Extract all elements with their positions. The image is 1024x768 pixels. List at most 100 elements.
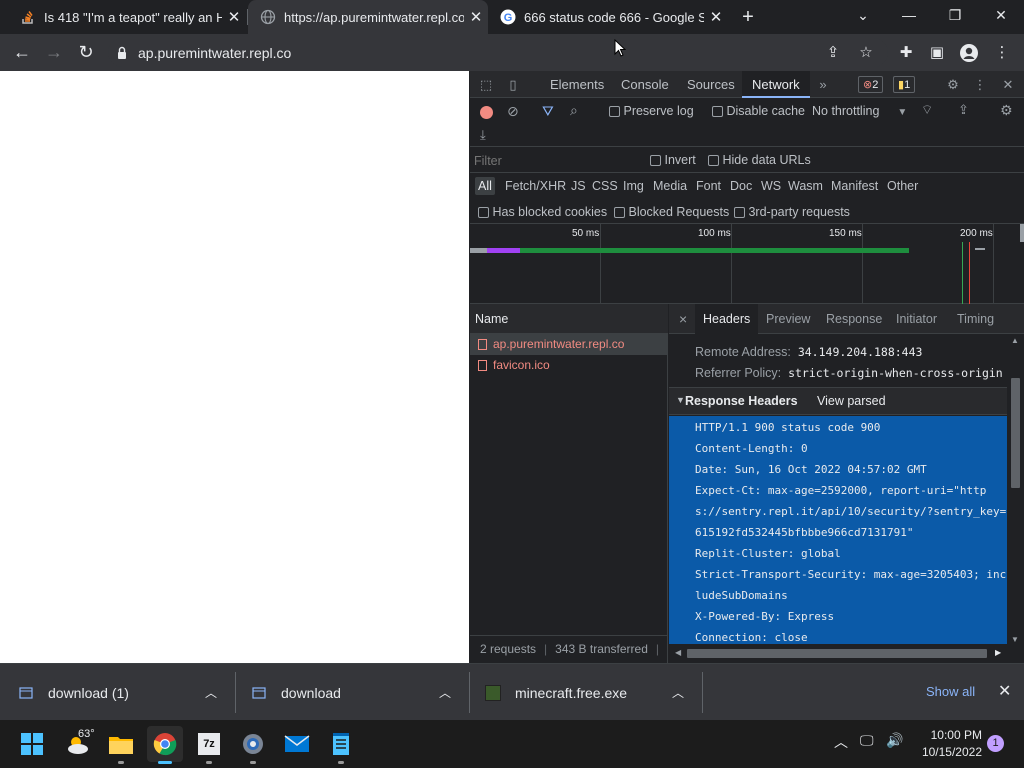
filter-type-js[interactable]: JS: [568, 177, 589, 195]
filter-type-fetch-xhr[interactable]: Fetch/XHR: [502, 177, 569, 195]
bookmark-star-icon[interactable]: ☆: [851, 34, 881, 71]
close-tab-icon[interactable]: ✕: [704, 8, 728, 26]
view-parsed-link[interactable]: View parsed: [817, 394, 886, 408]
export-har-icon[interactable]: ⤓: [480, 127, 486, 143]
browser-tab-3[interactable]: G 666 status code 666 - Google Se ✕: [488, 0, 728, 34]
side-panel-icon[interactable]: ▣: [922, 34, 952, 71]
share-icon[interactable]: ⇪: [818, 34, 848, 71]
devtools-close-icon[interactable]: ✕: [998, 71, 1018, 98]
minimize-icon[interactable]: —: [886, 0, 932, 30]
notepad-icon[interactable]: [323, 726, 359, 762]
notification-badge[interactable]: 1: [987, 735, 1004, 752]
device-toolbar-icon[interactable]: ▯: [503, 71, 523, 98]
preserve-log-checkbox[interactable]: Preserve log: [609, 104, 694, 118]
scroll-up-icon[interactable]: ▲: [1011, 336, 1019, 345]
throttling-select[interactable]: No throttling ▼: [812, 104, 907, 118]
scrollbar-thumb[interactable]: [1011, 378, 1020, 488]
network-icon[interactable]: 🖵: [860, 732, 874, 749]
detail-tab-preview[interactable]: Preview: [758, 304, 818, 334]
filter-type-ws[interactable]: WS: [758, 177, 784, 195]
download-item-3[interactable]: minecraft.free.exe ︿: [485, 664, 700, 721]
download-item-1[interactable]: download (1) ︿: [18, 664, 233, 721]
devtools-tab-network[interactable]: Network: [742, 71, 810, 98]
browser-tab-1[interactable]: Is 418 "I'm a teapot" really an HT ✕: [8, 0, 246, 34]
detail-tab-initiator[interactable]: Initiator: [888, 304, 945, 334]
filter-input[interactable]: [474, 152, 636, 170]
request-list-header[interactable]: Name: [470, 304, 668, 334]
menu-kebab-icon[interactable]: ⋮: [987, 34, 1017, 71]
timeline-overview-handle[interactable]: [1020, 224, 1024, 242]
close-detail-icon[interactable]: ×: [671, 304, 695, 334]
request-row[interactable]: ap.puremintwater.repl.co: [470, 334, 668, 355]
scroll-down-icon[interactable]: ▼: [1011, 635, 1019, 644]
detail-tab-headers[interactable]: Headers: [695, 304, 759, 334]
vertical-scrollbar[interactable]: ▲ ▼: [1007, 334, 1024, 648]
forward-button[interactable]: →: [39, 34, 69, 71]
close-tab-icon[interactable]: ✕: [222, 8, 246, 26]
devtools-menu-icon[interactable]: ⋮: [970, 71, 990, 98]
horizontal-scrollbar[interactable]: ◀ ▶: [669, 644, 1007, 663]
mail-icon[interactable]: [279, 726, 315, 762]
filter-type-all[interactable]: All: [475, 177, 495, 195]
clock[interactable]: 10:00 PM 10/15/2022: [918, 728, 982, 759]
file-explorer-icon[interactable]: [103, 726, 139, 762]
new-tab-button[interactable]: +: [736, 6, 760, 28]
has-blocked-cookies-checkbox[interactable]: Has blocked cookies: [478, 205, 607, 219]
import-har-icon[interactable]: ⇪: [958, 102, 969, 118]
scrollbar-thumb[interactable]: [687, 649, 987, 658]
network-overview-timeline[interactable]: 50 ms 100 ms 150 ms 200 ms: [470, 224, 1024, 304]
settings-gear-app-icon[interactable]: [235, 726, 271, 762]
devtools-tab-elements[interactable]: Elements: [540, 71, 614, 98]
disable-cache-checkbox[interactable]: Disable cache: [712, 104, 805, 118]
request-row[interactable]: favicon.ico: [470, 355, 668, 376]
filter-type-other[interactable]: Other: [884, 177, 921, 195]
record-icon[interactable]: [480, 106, 493, 119]
close-tab-icon[interactable]: ✕: [464, 8, 488, 26]
download-item-2[interactable]: download ︿: [251, 664, 467, 721]
filter-type-wasm[interactable]: Wasm: [785, 177, 826, 195]
7zip-icon[interactable]: 7z: [191, 726, 227, 762]
volume-icon[interactable]: 🔊: [886, 732, 903, 749]
window-close-icon[interactable]: ✕: [978, 0, 1024, 30]
tab-search-icon[interactable]: ⌄: [840, 0, 886, 30]
reload-button[interactable]: ↻: [71, 34, 101, 71]
show-all-downloads-button[interactable]: Show all: [926, 684, 975, 699]
address-bar[interactable]: ap.puremintwater.repl.co: [108, 38, 888, 67]
blocked-requests-checkbox[interactable]: Blocked Requests: [614, 205, 729, 219]
filter-type-manifest[interactable]: Manifest: [828, 177, 881, 195]
chevron-up-icon[interactable]: ︿: [439, 684, 451, 701]
detail-tab-response[interactable]: Response: [818, 304, 890, 334]
network-settings-gear-icon[interactable]: ⚙: [1000, 102, 1013, 119]
clear-icon[interactable]: ⊘: [507, 103, 519, 120]
windows-start-icon[interactable]: [14, 726, 50, 762]
inspect-element-icon[interactable]: ⬚: [476, 71, 496, 98]
settings-gear-icon[interactable]: ⚙: [943, 71, 963, 98]
chrome-icon[interactable]: [147, 726, 183, 762]
back-button[interactable]: ←: [7, 34, 37, 71]
filter-funnel-icon[interactable]: ⛛: [542, 103, 554, 120]
detail-tab-timing[interactable]: Timing: [949, 304, 1002, 334]
scroll-left-icon[interactable]: ◀: [675, 648, 681, 657]
invert-checkbox[interactable]: Invert: [650, 153, 696, 167]
error-count-badge[interactable]: ⊗2: [858, 76, 884, 93]
filter-type-font[interactable]: Font: [693, 177, 724, 195]
response-headers-section-header[interactable]: ▼ Response Headers View parsed: [669, 387, 1007, 415]
filter-type-doc[interactable]: Doc: [727, 177, 755, 195]
filter-type-img[interactable]: Img: [620, 177, 647, 195]
close-download-bar-icon[interactable]: ✕: [998, 681, 1011, 701]
devtools-tab-console[interactable]: Console: [611, 71, 679, 98]
raw-response-headers[interactable]: HTTP/1.1 900 status code 900 Content-Len…: [669, 416, 1007, 644]
hide-data-urls-checkbox[interactable]: Hide data URLs: [708, 153, 811, 167]
restore-icon[interactable]: ❐: [932, 0, 978, 30]
search-icon[interactable]: ⌕: [570, 102, 578, 119]
filter-type-css[interactable]: CSS: [589, 177, 621, 195]
browser-tab-2[interactable]: https://ap.puremintwater.repl.co ✕: [248, 0, 488, 34]
devtools-tab-sources[interactable]: Sources: [677, 71, 745, 98]
filter-type-media[interactable]: Media: [650, 177, 690, 195]
more-tabs-icon[interactable]: »: [814, 71, 832, 98]
profile-avatar-icon[interactable]: [954, 34, 984, 71]
scroll-right-icon[interactable]: ▶: [995, 648, 1001, 657]
warning-count-badge[interactable]: ▮1: [893, 76, 916, 93]
chevron-up-icon[interactable]: ︿: [672, 684, 684, 701]
extensions-puzzle-icon[interactable]: ✚: [891, 34, 921, 71]
